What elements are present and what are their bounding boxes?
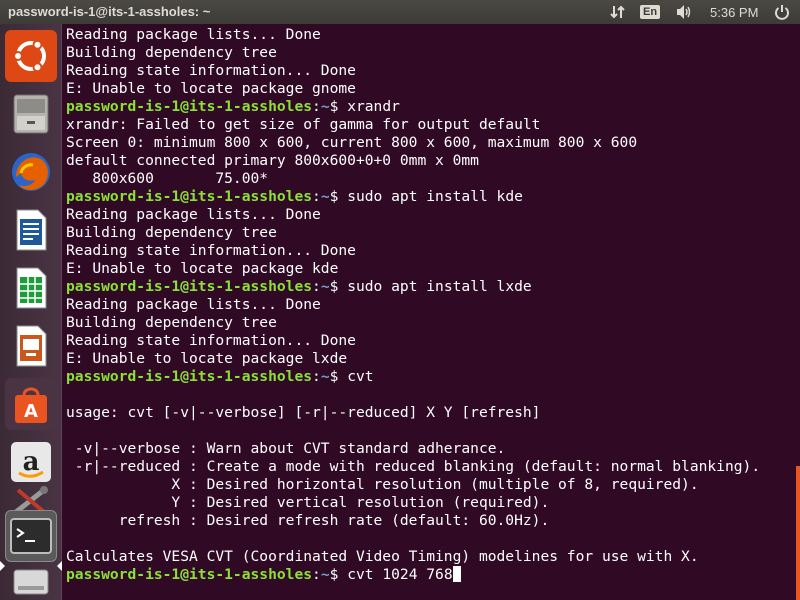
impress-presentation-icon [16, 325, 47, 367]
files-button[interactable] [5, 88, 57, 140]
prompt-separator: : [312, 98, 321, 115]
prompt-user-host: password-is-1@its-1-assholes [66, 566, 313, 583]
prompt-symbol: $ [329, 98, 348, 115]
output-line: Calculates VESA CVT (Coordinated Video T… [66, 548, 699, 565]
writer-button[interactable] [5, 204, 57, 256]
text-cursor [452, 566, 461, 582]
prompt-separator: : [312, 566, 321, 583]
writer-document-icon [16, 209, 47, 251]
output-line: Building dependency tree [66, 314, 277, 331]
drive-icon [13, 569, 49, 595]
prompt-path: ~ [320, 98, 330, 115]
ubuntu-logo-icon [13, 39, 46, 73]
scrollbar-indicator[interactable] [796, 466, 800, 600]
command-text: sudo apt install lxde [347, 278, 532, 295]
svg-text:a: a [23, 447, 40, 477]
session-indicator[interactable] [774, 0, 790, 24]
prompt-user-host: password-is-1@its-1-assholes [66, 368, 313, 385]
output-line: X : Desired horizontal resolution (multi… [66, 476, 699, 493]
output-line: usage: cvt [-v|--verbose] [-r|--reduced]… [66, 404, 541, 421]
command-text: sudo apt install kde [347, 188, 523, 205]
terminal-output[interactable]: Reading package lists... Done Building de… [66, 26, 760, 584]
prompt-symbol: $ [329, 566, 348, 583]
prompt-path: ~ [320, 278, 330, 295]
command-line: password-is-1@its-1-assholes:~$ sudo apt… [66, 188, 760, 206]
output-line: -r|--reduced : Create a mode with reduce… [66, 458, 761, 475]
prompt-separator: : [312, 368, 321, 385]
shopping-bag-icon: A [15, 387, 47, 423]
output-line: Reading package lists... Done [66, 206, 321, 223]
prompt-symbol: $ [329, 278, 348, 295]
command-text: cvt [347, 368, 374, 385]
output-line: Screen 0: minimum 800 x 600, current 800… [66, 134, 638, 151]
prompt-path: ~ [320, 566, 330, 583]
network-arrows-icon [610, 5, 625, 19]
prompt-separator: : [312, 278, 321, 295]
output-line: Building dependency tree [66, 44, 277, 61]
file-cabinet-icon [13, 94, 49, 134]
output-line: Reading package lists... Done [66, 296, 321, 313]
output-line: Reading state information... Done [66, 242, 356, 259]
language-label: En [640, 5, 661, 19]
dash-home-button[interactable] [5, 30, 57, 82]
removable-drive-button[interactable] [5, 564, 57, 600]
command-text: xrandr [347, 98, 400, 115]
command-line: password-is-1@its-1-assholes:~$ xrandr [66, 98, 760, 116]
speaker-icon [677, 5, 691, 19]
keyboard-layout-indicator[interactable]: En [640, 0, 661, 24]
output-line: default connected primary 800x600+0+0 0m… [66, 152, 479, 169]
prompt-path: ~ [320, 188, 330, 205]
launcher: A a [0, 24, 62, 600]
prompt-separator: : [312, 188, 321, 205]
firefox-icon [12, 153, 50, 191]
command-line: password-is-1@its-1-assholes:~$ sudo apt… [66, 278, 760, 296]
power-icon [775, 5, 789, 20]
prompt-symbol: $ [329, 188, 348, 205]
calc-button[interactable] [5, 262, 57, 314]
impress-button[interactable] [5, 320, 57, 372]
output-line: Y : Desired vertical resolution (require… [66, 494, 550, 511]
prompt-user-host: password-is-1@its-1-assholes [66, 188, 313, 205]
prompt-symbol: $ [329, 368, 348, 385]
amazon-icon: a [11, 442, 51, 482]
svg-text:A: A [24, 401, 38, 422]
calc-spreadsheet-icon [16, 267, 47, 309]
command-text: cvt 1024 768 [347, 566, 453, 583]
prompt-path: ~ [320, 368, 330, 385]
current-command-line: password-is-1@its-1-assholes:~$ cvt 1024… [66, 566, 760, 584]
firefox-button[interactable] [5, 146, 57, 198]
volume-indicator[interactable] [675, 0, 693, 24]
output-line: Building dependency tree [66, 224, 277, 241]
output-line: 800x600 75.00* [66, 170, 269, 187]
window-title: password-is-1@its-1-assholes: ~ [8, 4, 211, 19]
network-indicator[interactable] [610, 0, 626, 24]
output-line: E: Unable to locate package lxde [66, 350, 348, 367]
top-panel: password-is-1@its-1-assholes: ~ En 5:36 … [0, 0, 800, 24]
software-center-button[interactable]: A [5, 378, 57, 430]
output-line: E: Unable to locate package kde [66, 260, 339, 277]
output-line: Reading state information... Done [66, 62, 356, 79]
output-line: xrandr: Failed to get size of gamma for … [66, 116, 541, 133]
prompt-user-host: password-is-1@its-1-assholes [66, 98, 313, 115]
output-line: E: Unable to locate package gnome [66, 80, 356, 97]
terminal-icon [10, 518, 52, 554]
prompt-user-host: password-is-1@its-1-assholes [66, 278, 313, 295]
output-line: Reading state information... Done [66, 332, 356, 349]
output-line: -v|--verbose : Warn about CVT standard a… [66, 440, 506, 457]
output-line: Reading package lists... Done [66, 26, 321, 43]
terminal-window[interactable]: Reading package lists... Done Building de… [62, 24, 800, 600]
clock[interactable]: 5:36 PM [710, 0, 758, 24]
amazon-button[interactable]: a [5, 436, 57, 488]
output-line: refresh : Desired refresh rate (default:… [66, 512, 550, 529]
terminal-button[interactable] [5, 510, 57, 562]
command-line: password-is-1@its-1-assholes:~$ cvt [66, 368, 760, 386]
